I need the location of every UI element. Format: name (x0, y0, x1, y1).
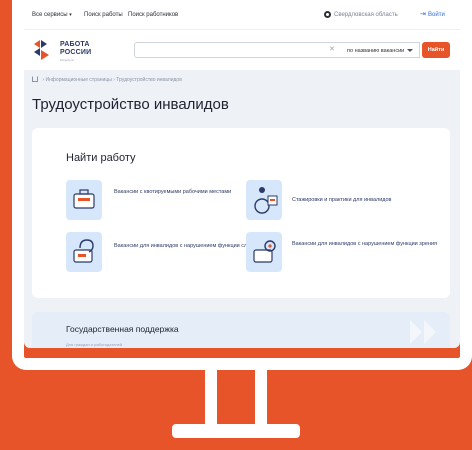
tile-quota-vacancies[interactable]: Вакансии с квотируемыми рабочими местами (114, 188, 264, 197)
decorative-arrows-icon (410, 320, 436, 344)
all-services-menu[interactable]: Все сервисы ▾ (32, 12, 72, 18)
search-mode-select[interactable]: по названию вакансии (342, 42, 420, 58)
find-button[interactable]: Найти (422, 42, 450, 58)
find-job-card: Найти работу Вакансии с квотируемыми раб… (32, 128, 450, 298)
clear-icon[interactable]: ✕ (329, 46, 335, 54)
logo-line2: РОССИИ (60, 49, 92, 56)
breadcrumb-item-info-pages[interactable]: Информационные страницы (45, 77, 111, 83)
eye-icon[interactable] (246, 232, 282, 272)
wheelchair-icon[interactable] (246, 180, 282, 220)
chevron-down-icon: ▾ (69, 12, 72, 18)
page-title: Трудоустройство инвалидов (32, 96, 229, 113)
ear-icon[interactable] (66, 232, 102, 272)
logo-text: РАБОТА РОССИИ (60, 41, 91, 57)
logo[interactable]: РАБОТА РОССИИ Госуслуги (32, 38, 112, 64)
breadcrumb-item-current: Трудоустройство инвалидов (116, 77, 182, 83)
breadcrumb-separator: › (113, 77, 115, 83)
state-support-title: Государственная поддержка (66, 324, 179, 334)
worker-search-link[interactable]: Поиск работников (128, 12, 178, 18)
briefcase-icon[interactable] (66, 180, 102, 220)
home-icon[interactable] (32, 76, 38, 82)
monitor-base (172, 424, 300, 438)
tile-vision-vacancies[interactable]: Вакансии для инвалидов с нарушением функ… (292, 240, 442, 249)
login-icon: ⇥ (420, 11, 426, 18)
search-input[interactable]: ✕ (134, 42, 350, 58)
breadcrumb: › Информационные страницы › Трудоустройс… (32, 76, 182, 83)
all-services-label: Все сервисы (32, 12, 68, 18)
logo-subtitle: Госуслуги (60, 58, 74, 62)
job-search-link[interactable]: Поиск работы (84, 12, 123, 18)
state-support-subtitle: Для граждан и работодателей (66, 342, 123, 347)
state-support-section[interactable]: Государственная поддержка Для граждан и … (32, 312, 450, 348)
logo-mark-icon (34, 40, 49, 60)
search-mode-value: по названию вакансии (347, 48, 405, 54)
top-bar: Все сервисы ▾ Поиск работы Поиск работни… (24, 0, 460, 30)
tile-internships[interactable]: Стажировки и практики для инвалидов (292, 196, 442, 205)
site-header: РАБОТА РОССИИ Госуслуги ✕ по названию ва… (24, 30, 460, 70)
region-selector[interactable]: Свердловская область (334, 12, 398, 18)
breadcrumb-separator: › (42, 77, 45, 83)
tile-hearing-vacancies[interactable]: Вакансии для инвалидов с нарушением функ… (114, 242, 264, 251)
browser-screen: Все сервисы ▾ Поиск работы Поиск работни… (24, 0, 460, 348)
location-pin-icon (324, 11, 331, 18)
monitor-stand (205, 370, 267, 426)
logo-line1: РАБОТА (60, 41, 90, 48)
find-job-title: Найти работу (66, 152, 136, 164)
login-link[interactable]: Войти (428, 12, 445, 18)
caret-down-icon (407, 49, 413, 52)
